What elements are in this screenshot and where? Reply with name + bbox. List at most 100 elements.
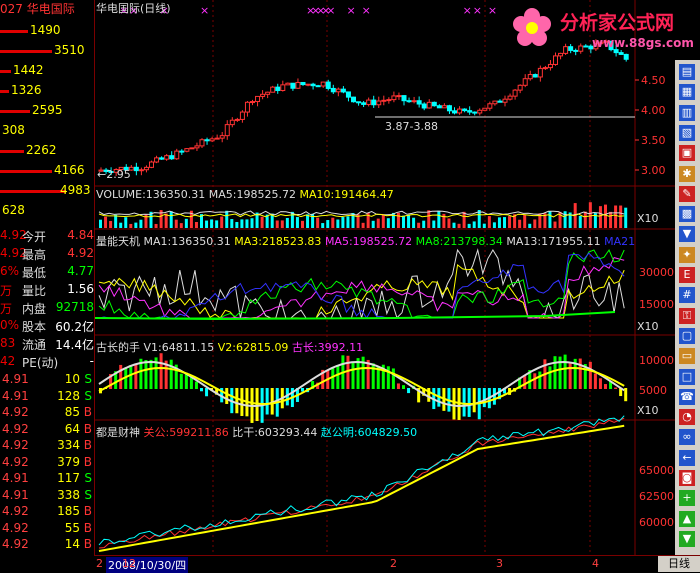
trade-price: 4.91 bbox=[2, 487, 29, 502]
table-icon[interactable]: ▥ bbox=[679, 104, 695, 121]
phone-icon[interactable]: ☎ bbox=[679, 388, 695, 405]
key-icon[interactable]: ⚿ bbox=[679, 307, 695, 324]
price-candle bbox=[174, 150, 180, 160]
trade-side: S bbox=[84, 372, 92, 386]
volume-row: 308 bbox=[0, 122, 94, 140]
down-arrow-icon[interactable]: ▼ bbox=[679, 530, 695, 547]
histogram-bar bbox=[149, 359, 153, 389]
quote-row-prefix: 万 bbox=[0, 302, 13, 316]
volume-row-bar bbox=[0, 190, 66, 193]
histogram-bar bbox=[169, 359, 173, 389]
volume-row: 4166 bbox=[0, 162, 94, 180]
histogram-bar bbox=[371, 363, 375, 389]
volume-bar bbox=[432, 220, 436, 228]
trade-row: 4.92 185 B bbox=[0, 504, 94, 521]
right-toolbar: ▤ ▦ ▥ ▧ ▣ ✱ ✎ ▩ ▼ ✦ E # ⚿ ▢ ▭ □ ☎ ◔ ∞ ← ◙ + ▲ ▼ bbox=[675, 60, 700, 555]
price-candle bbox=[477, 109, 483, 114]
etf-icon[interactable]: E bbox=[679, 267, 695, 283]
price-candle bbox=[381, 99, 387, 102]
folder-icon[interactable]: ▭ bbox=[679, 348, 695, 365]
chart-area[interactable]: × × × × ××××× × × × × ×3.87-3.88←2.954.504.003.50… bbox=[95, 0, 675, 555]
note-icon[interactable]: ✎ bbox=[679, 185, 695, 202]
price-candle bbox=[406, 100, 412, 103]
volume-bar bbox=[417, 222, 421, 228]
histogram-bar bbox=[301, 388, 304, 392]
histogram-bar bbox=[407, 388, 411, 394]
hand-tick-label: 5000 bbox=[639, 384, 667, 397]
trade-side: S bbox=[84, 487, 92, 502]
histogram-bar bbox=[482, 388, 486, 408]
up-arrow-icon[interactable]: ▲ bbox=[679, 510, 695, 527]
chart-icon[interactable]: ▤ bbox=[679, 64, 695, 80]
back-icon[interactable]: ← bbox=[679, 449, 695, 466]
plus-icon[interactable]: + bbox=[679, 490, 695, 507]
volume-bar bbox=[386, 218, 390, 228]
bag-icon[interactable]: ◙ bbox=[679, 470, 695, 486]
link-icon[interactable]: ∞ bbox=[679, 429, 695, 446]
list-icon[interactable]: ▦ bbox=[679, 84, 695, 101]
volume-bar bbox=[548, 211, 552, 228]
calc-icon[interactable]: # bbox=[679, 287, 695, 304]
quote-row-prefix: 0% bbox=[0, 318, 20, 332]
quote-row-prefix: 42 bbox=[0, 354, 16, 368]
page-icon[interactable]: ▢ bbox=[679, 327, 695, 344]
volume-value: VOLUME:136350.31 bbox=[96, 188, 206, 201]
wealth-tick-label: 60000 bbox=[639, 516, 674, 529]
quote-row: 万量比 1.56 bbox=[0, 282, 94, 300]
price-candle bbox=[305, 83, 311, 86]
volume-row-bar bbox=[0, 150, 24, 153]
tools-icon[interactable]: ▩ bbox=[679, 206, 695, 223]
quote-row-label: 内盘 bbox=[22, 302, 47, 316]
histogram-bar bbox=[563, 354, 567, 389]
wealth-legend: 都是财神 关公:599211.86 比干:603293.44 赵公明:60482… bbox=[96, 424, 417, 440]
price-candle bbox=[351, 96, 356, 103]
volume-bar bbox=[402, 215, 405, 228]
report-icon[interactable]: ▧ bbox=[679, 124, 695, 141]
volume-bar bbox=[563, 211, 567, 228]
quote-row: 42 PE(动) - bbox=[0, 354, 94, 372]
volume-row-bar bbox=[0, 50, 52, 53]
quote-row-prefix: 万 bbox=[0, 284, 13, 298]
volume-bar bbox=[407, 215, 411, 228]
wealth-tick-label: 65000 bbox=[639, 464, 674, 477]
volume-bar bbox=[205, 220, 209, 228]
period-selector[interactable]: 日线 bbox=[658, 556, 700, 572]
gear-icon[interactable]: ✱ bbox=[679, 165, 695, 182]
price-candle bbox=[467, 110, 473, 113]
histogram-bar bbox=[604, 384, 607, 389]
volume-bar bbox=[285, 217, 289, 228]
histogram-bar bbox=[538, 371, 542, 389]
volume-bar bbox=[361, 222, 365, 228]
price-candle bbox=[300, 81, 306, 86]
volume-bar bbox=[316, 217, 320, 228]
volume-bar bbox=[129, 223, 133, 228]
price-candle bbox=[361, 102, 367, 105]
volume-bar bbox=[346, 216, 350, 228]
filter-icon[interactable]: ▼ bbox=[679, 226, 695, 243]
price-candle bbox=[542, 67, 548, 70]
histogram-bar bbox=[265, 388, 269, 415]
window-icon[interactable]: □ bbox=[679, 368, 695, 385]
pie-icon[interactable]: ◔ bbox=[679, 409, 695, 426]
volume-bar bbox=[427, 210, 431, 228]
volume-bar bbox=[578, 215, 582, 228]
volume-bar bbox=[139, 219, 143, 228]
volume-row: 2262 bbox=[0, 142, 94, 160]
time-tick-label: 4 bbox=[592, 557, 599, 570]
trade-volume: 334 bbox=[57, 438, 80, 452]
energy-ma1: MA1:136350.31 bbox=[143, 235, 231, 248]
bulb-icon[interactable]: ✦ bbox=[679, 246, 695, 263]
volume-row-bar bbox=[0, 110, 30, 113]
energy-legend: 量能天机 MA1:136350.31 MA3:218523.83 MA5:198… bbox=[96, 233, 635, 249]
volume-bar bbox=[230, 219, 234, 228]
volume-scale-label: X10 bbox=[637, 212, 659, 225]
price-candle bbox=[335, 88, 341, 93]
volume-bar bbox=[497, 217, 501, 228]
histogram-bar bbox=[553, 356, 557, 389]
trade-price: 4.91 bbox=[2, 388, 29, 403]
quote-row: 83 流通 14.4亿 bbox=[0, 336, 94, 354]
histogram-bar bbox=[119, 364, 123, 389]
news-icon[interactable]: ▣ bbox=[679, 145, 695, 162]
price-candle bbox=[229, 119, 235, 126]
price-candle bbox=[436, 105, 442, 109]
